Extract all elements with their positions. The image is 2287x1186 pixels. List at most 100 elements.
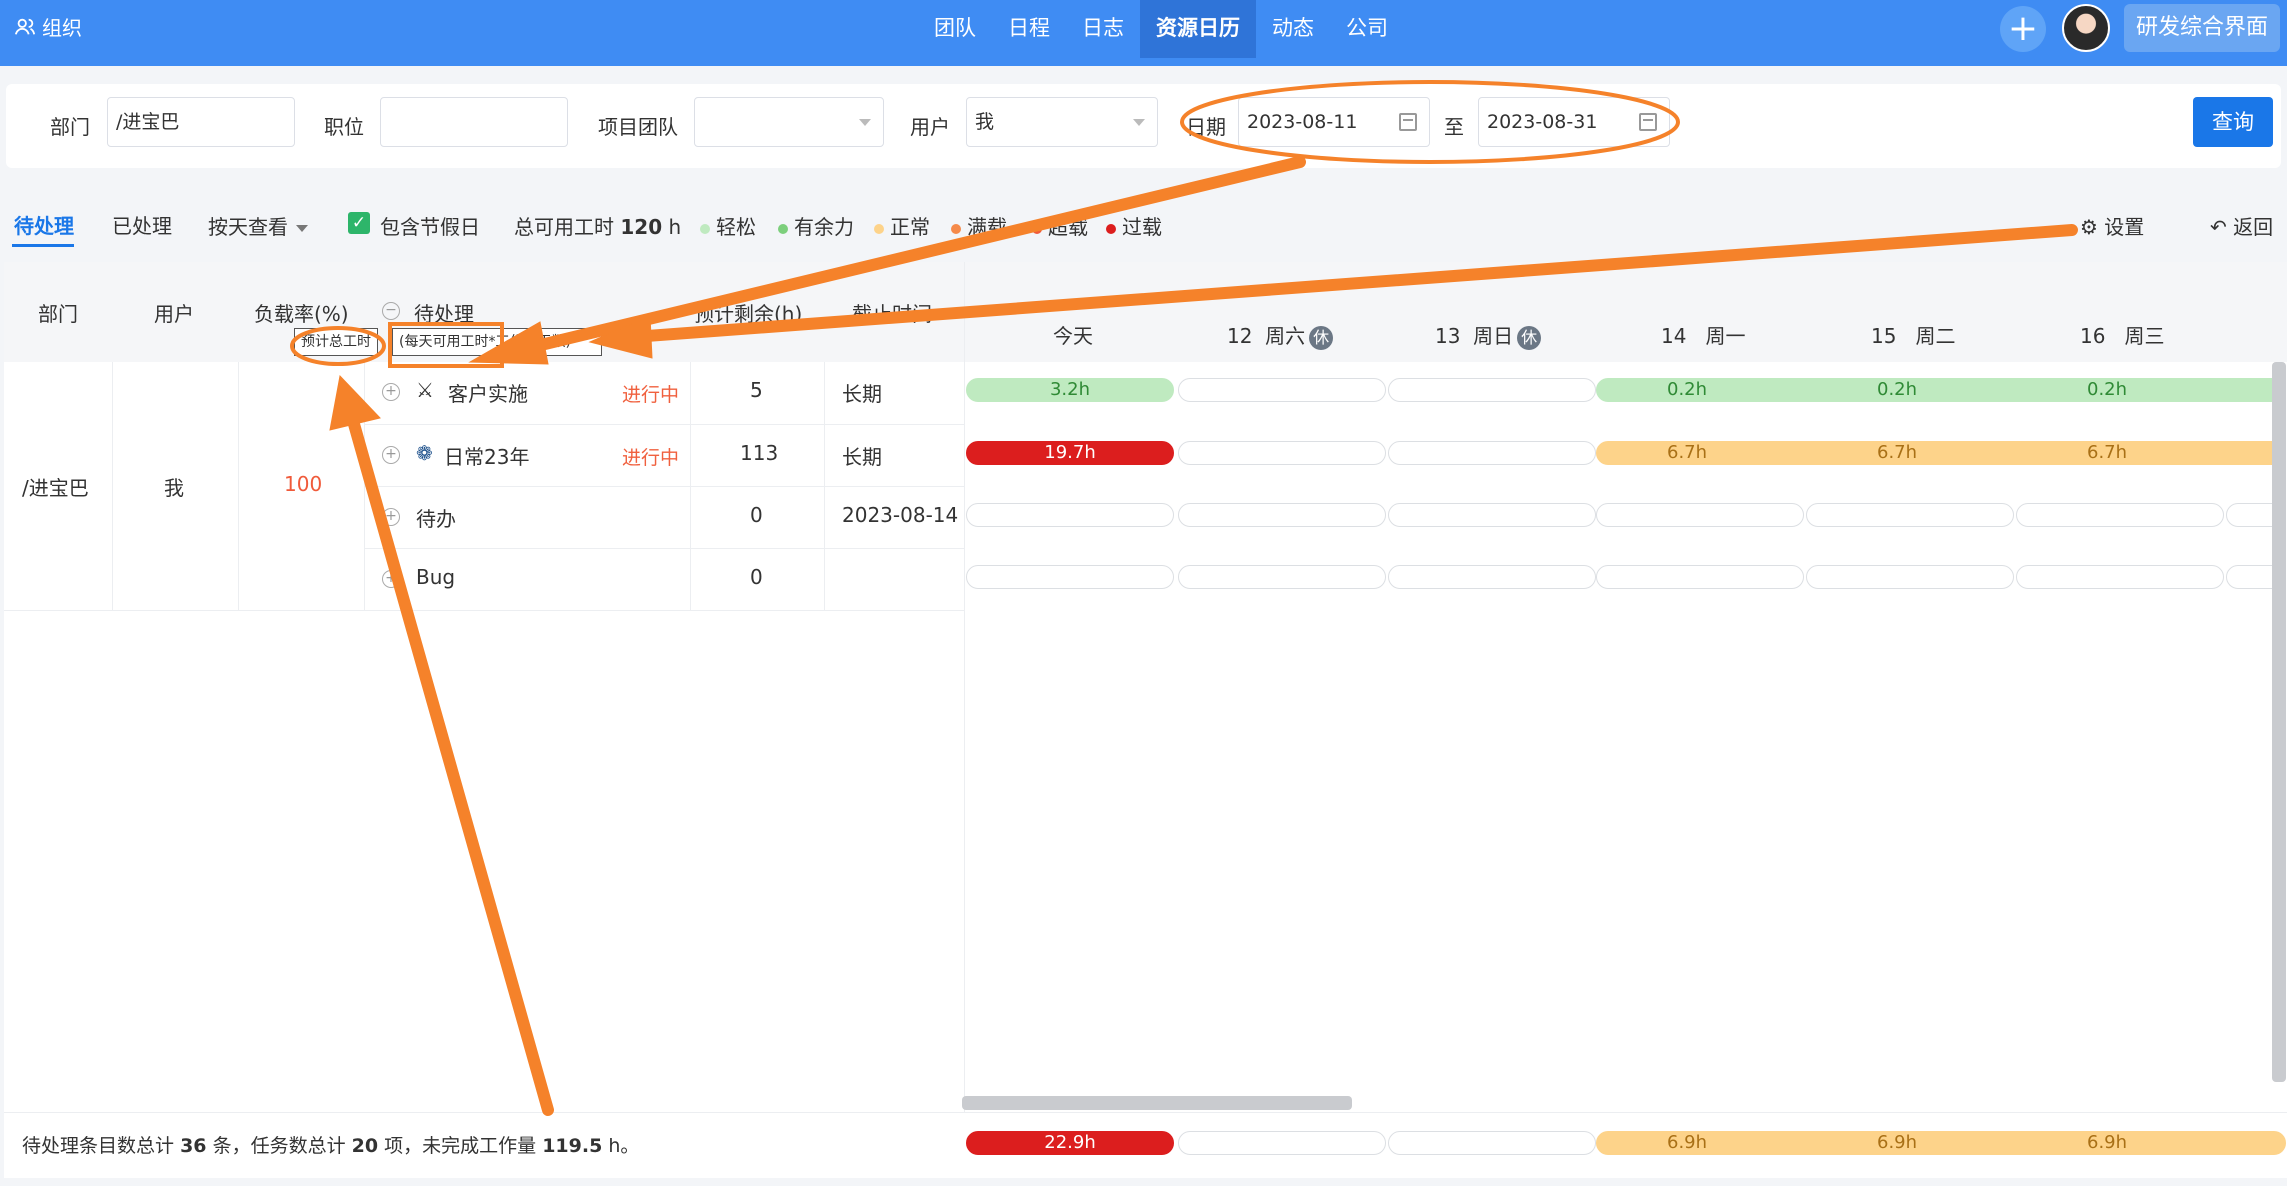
nav-resource-calendar[interactable]: 资源日历 (1140, 0, 1256, 58)
deadline-cell: 2023-08-14 (842, 503, 959, 527)
date-label: 日期 (1186, 115, 1226, 139)
load-bar[interactable] (2016, 503, 2224, 527)
remaining-cell: 0 (750, 503, 763, 527)
date-to-value: 2023-08-31 (1487, 111, 1598, 133)
col-divider (964, 262, 965, 1112)
nav-team[interactable]: 团队 (918, 0, 992, 58)
org-menu[interactable]: 组织 (14, 12, 82, 41)
chevron-down-icon (1133, 119, 1145, 126)
legend-item: 有余力 (778, 211, 854, 240)
back-label: 返回 (2233, 215, 2274, 239)
load-bar[interactable]: 19.7h (966, 441, 1174, 465)
legend-label: 正常 (890, 215, 930, 239)
load-bar[interactable] (1596, 503, 1804, 527)
bar-value: 6.7h (1667, 442, 1708, 463)
expand-icon[interactable]: + (382, 383, 400, 401)
load-bar[interactable] (1596, 565, 1804, 589)
rest-badge: 休 (1517, 325, 1542, 350)
nav-schedule[interactable]: 日程 (992, 0, 1066, 58)
date-from-input[interactable]: 2023-08-11 (1238, 97, 1430, 147)
include-holiday-label[interactable]: 包含节假日 (380, 211, 480, 240)
load-bar[interactable] (1178, 565, 1386, 589)
task-name[interactable]: Bug (416, 565, 455, 589)
status-badge: 进行中 (622, 447, 680, 469)
status-badge: 进行中 (622, 384, 680, 406)
org-label: 组织 (42, 16, 82, 40)
expand-all-icon[interactable]: − (382, 302, 400, 320)
bar-value: 0.2h (1667, 379, 1708, 400)
back-button[interactable]: ↶ 返回 (2210, 211, 2273, 240)
load-bar[interactable]: 0.2h 0.2h 0.2h (1596, 378, 2286, 402)
legend-item: 正常 (874, 211, 930, 240)
nav-log[interactable]: 日志 (1066, 0, 1140, 58)
vertical-scrollbar[interactable] (2272, 362, 2286, 1082)
avatar[interactable] (2062, 4, 2110, 52)
active-tab-indicator (12, 244, 74, 247)
nav-activity[interactable]: 动态 (1256, 0, 1330, 58)
expand-icon[interactable]: + (382, 570, 400, 588)
load-bar[interactable] (1388, 441, 1596, 465)
date-from-value: 2023-08-11 (1247, 111, 1358, 133)
day-label: 周六 (1265, 324, 1306, 348)
view-by-dropdown[interactable]: 按天查看 (208, 211, 308, 240)
deadline-cell: 长期 (842, 445, 882, 469)
day-label: 今天 (1053, 324, 1093, 348)
col-load: 负载率(%) (254, 302, 349, 326)
load-bar[interactable] (1178, 503, 1386, 527)
user-select[interactable]: 我 (966, 97, 1158, 147)
dept-input[interactable]: /进宝巴 (107, 97, 295, 147)
expand-icon[interactable]: + (382, 508, 400, 526)
rd-dashboard-button[interactable]: 研发综合界面 (2124, 4, 2280, 52)
task-name[interactable]: 日常23年 (444, 441, 529, 470)
calendar-header: 今天 12 周六休 13 周日休 14 周一 15 周二 16 周三 (964, 262, 2287, 362)
date-to-label: 至 (1444, 115, 1464, 139)
bar-value: 0.2h (1877, 379, 1918, 400)
legend-item: 超载 (1032, 211, 1088, 240)
row-divider (364, 548, 964, 549)
day-today: 今天 (1053, 320, 1093, 349)
total-hours-unit: h (668, 215, 682, 239)
query-button[interactable]: 查询 (2193, 97, 2273, 147)
task-name[interactable]: 待办 (416, 503, 456, 532)
calendar-icon (1399, 113, 1417, 131)
horizontal-scrollbar[interactable] (962, 1096, 1352, 1110)
bar-value: 6.7h (1877, 442, 1918, 463)
date-to-input[interactable]: 2023-08-31 (1478, 97, 1670, 147)
load-bar[interactable]: 6.7h 6.7h 6.7h (1596, 441, 2286, 465)
load-bar[interactable] (1178, 441, 1386, 465)
load-bar[interactable] (966, 503, 1174, 527)
col-divider (238, 362, 239, 610)
legend-dot (1032, 223, 1042, 234)
top-navbar: 组织 团队 日程 日志 资源日历 动态 公司 + 研发综合界面 (0, 0, 2287, 66)
expand-icon[interactable]: + (382, 446, 400, 464)
load-bar[interactable] (966, 565, 1174, 589)
load-bar[interactable] (1806, 565, 2014, 589)
check-icon: ✓ (351, 213, 367, 233)
load-bar[interactable] (1178, 378, 1386, 402)
task-name[interactable]: 客户实施 (448, 378, 528, 407)
hint-total-hours: 预计总工时 (294, 328, 378, 356)
load-bar[interactable] (1388, 565, 1596, 589)
load-bar[interactable] (1806, 503, 2014, 527)
back-arrow-icon: ↶ (2210, 215, 2227, 239)
bar-value: 6.9h (1877, 1132, 1918, 1153)
team-select[interactable] (694, 97, 884, 147)
dept-label: 部门 (50, 115, 90, 139)
load-bar[interactable] (2016, 565, 2224, 589)
nav-company[interactable]: 公司 (1330, 0, 1404, 58)
load-bar[interactable] (1388, 378, 1596, 402)
total-load-bar (1388, 1131, 1596, 1155)
load-bar[interactable]: 3.2h (966, 378, 1174, 402)
tab-pending[interactable]: 待处理 (14, 210, 74, 239)
col-remaining: 预计剩余(h) (694, 302, 803, 326)
load-bar[interactable] (1388, 503, 1596, 527)
position-input[interactable] (380, 97, 568, 147)
view-toolbar: 待处理 已处理 按天查看 包含节假日 总可用工时 120 h 轻松 有余力 正常… (0, 200, 2287, 248)
add-button[interactable]: + (2000, 6, 2046, 52)
settings-button[interactable]: ⚙ 设置 (2080, 211, 2144, 240)
tab-done[interactable]: 已处理 (112, 210, 172, 239)
dept-cell: /进宝巴 (22, 476, 89, 500)
include-holiday-checkbox[interactable]: ✓ (348, 212, 370, 234)
user-label: 用户 (910, 115, 950, 139)
load-cell: 100 (284, 472, 323, 496)
